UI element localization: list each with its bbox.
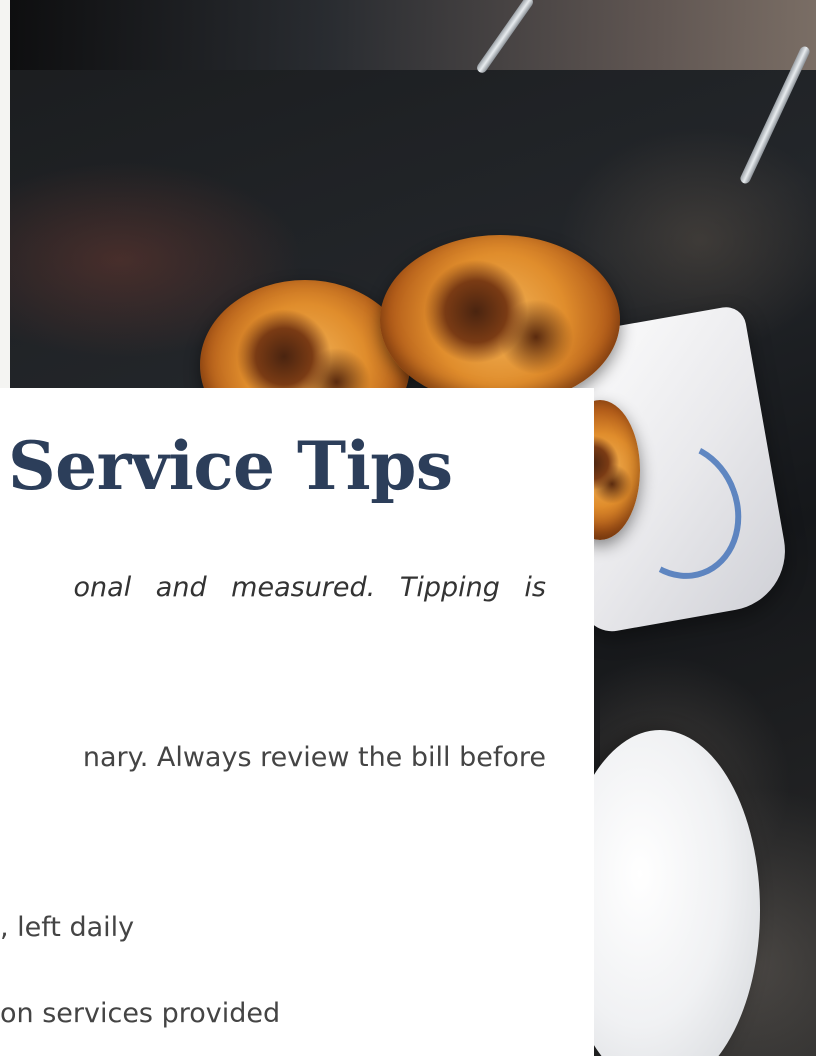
page-title: Service Tips xyxy=(8,427,453,505)
page: Service Tips onal and measured. Tipping … xyxy=(0,0,816,1056)
body-paragraph: nary. Always review the bill before xyxy=(82,742,546,773)
photo-background-strip xyxy=(0,0,816,70)
list-item: on services provided xyxy=(0,998,281,1029)
custard-tart-2 xyxy=(380,235,620,405)
photo-table-edge xyxy=(0,0,10,390)
intro-text: onal and measured. Tipping is xyxy=(73,572,546,603)
list-item: , left daily xyxy=(0,912,135,943)
